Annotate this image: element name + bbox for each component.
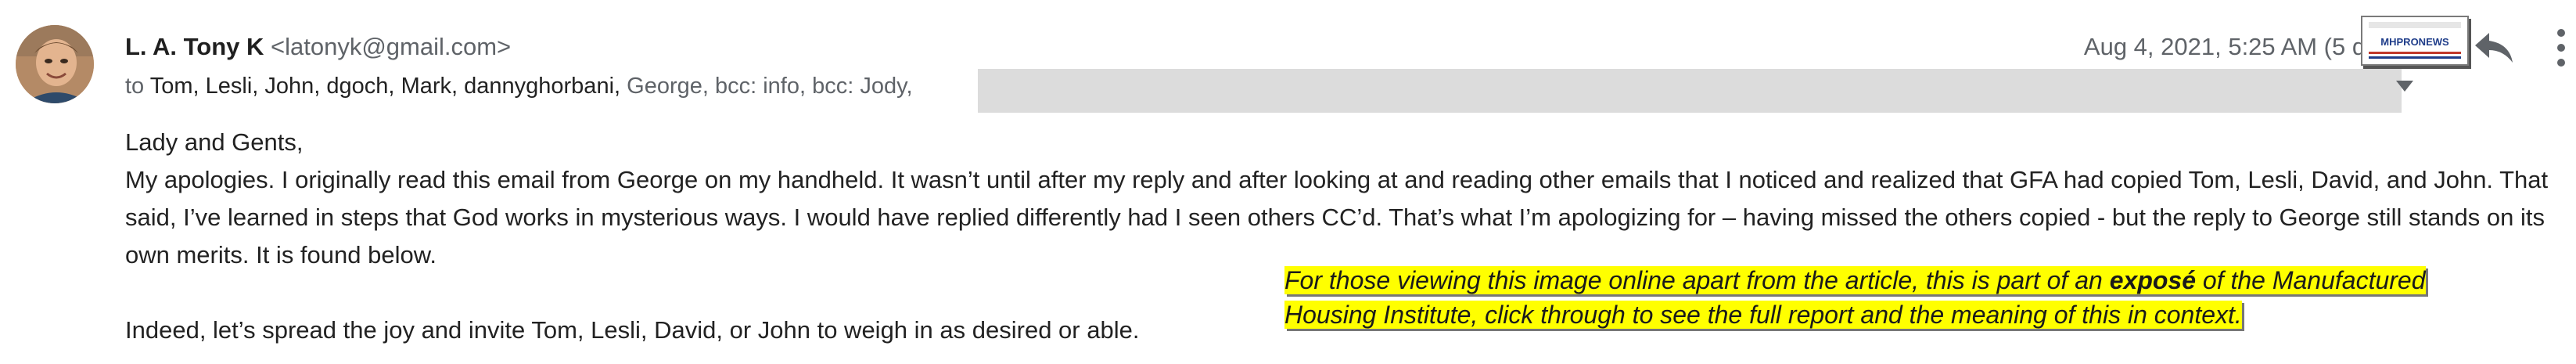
- logo-text: MHPRONEWS: [2380, 36, 2449, 48]
- sender-email[interactable]: <latonyk@gmail.com>: [271, 33, 511, 60]
- recipients-others: George, bcc: info, bcc: Jody,: [627, 74, 913, 99]
- body-paragraph: My apologies. I originally read this ema…: [125, 166, 2549, 268]
- recipients-line[interactable]: to Tom, Lesli, John, dgoch, Mark, dannyg…: [125, 70, 913, 102]
- redacted-recipients: [978, 69, 2402, 113]
- more-vert-icon[interactable]: [2553, 27, 2569, 69]
- recipient-name: dannyghorbani,: [464, 74, 621, 99]
- notice-text: For those viewing this image online apar…: [1284, 266, 2110, 294]
- sender-line: L. A. Tony K <latonyk@gmail.com>: [125, 31, 511, 63]
- reply-icon[interactable]: [2472, 30, 2516, 66]
- recipient-name: dgoch,: [326, 74, 395, 99]
- recipient-name: Tom,: [149, 74, 199, 99]
- sender-avatar[interactable]: [16, 25, 94, 103]
- recipient-name: Mark,: [401, 74, 458, 99]
- mhpronews-logo: MHPRONEWS: [2361, 16, 2469, 66]
- greeting: Lady and Gents,: [125, 128, 304, 156]
- recipient-name: John,: [264, 74, 321, 99]
- notice-line-2: Housing Institute, click through to see …: [1284, 301, 2242, 329]
- notice-line-1: For those viewing this image online apar…: [1284, 266, 2426, 294]
- logo-graphic: MHPRONEWS: [2362, 17, 2467, 64]
- to-prefix: to: [125, 74, 145, 99]
- avatar-photo: [16, 25, 94, 103]
- chevron-down-icon[interactable]: [2396, 81, 2413, 92]
- recipient-name: Lesli,: [205, 74, 259, 99]
- sender-name[interactable]: L. A. Tony K: [125, 33, 264, 60]
- expose-notice: For those viewing this image online apar…: [1284, 263, 2501, 332]
- notice-text: of the Manufactured: [2196, 266, 2426, 294]
- notice-bold: exposé: [2109, 266, 2196, 294]
